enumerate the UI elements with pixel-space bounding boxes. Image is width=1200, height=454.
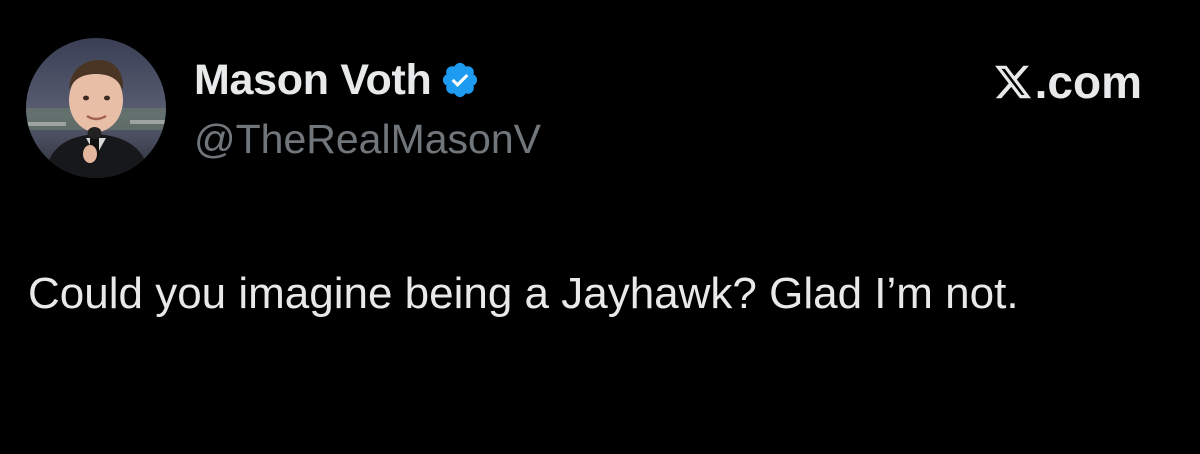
x-logo-icon — [993, 62, 1033, 102]
author-handle[interactable]: @TheRealMasonV — [194, 116, 541, 163]
brand-domain-text: .com — [1034, 56, 1142, 108]
brand-mark: .com — [993, 54, 1142, 110]
avatar-photo — [26, 38, 166, 178]
avatar[interactable] — [26, 38, 166, 178]
verified-badge-icon — [440, 60, 480, 100]
tweet-card: Mason Voth @TheRealMasonV .com Could you… — [0, 0, 1200, 454]
author-name-row: Mason Voth — [194, 52, 480, 108]
display-name[interactable]: Mason Voth — [194, 56, 432, 105]
tweet-text: Could you imagine being a Jayhawk? Glad … — [28, 269, 1019, 318]
